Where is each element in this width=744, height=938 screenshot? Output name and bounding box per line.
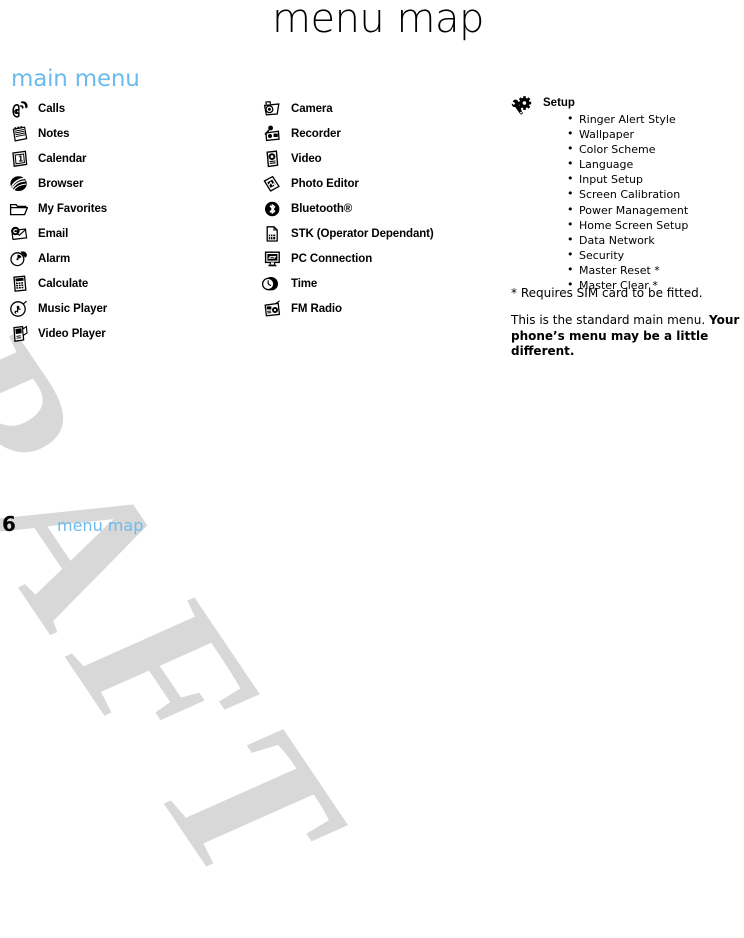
- calendar-icon: 1: [8, 149, 30, 169]
- setup-submenu-item[interactable]: Power Management: [567, 202, 688, 218]
- menu-item-label: Photo Editor: [291, 177, 359, 190]
- footer-section-label: menu map: [57, 516, 144, 535]
- setup-submenu-list: Ringer Alert Style Wallpaper Color Schem…: [567, 111, 688, 293]
- folder-icon: [8, 199, 30, 219]
- setup-submenu-item[interactable]: Screen Calibration: [567, 186, 688, 202]
- page-title: menu map: [272, 0, 484, 42]
- fm-radio-icon: [261, 299, 283, 319]
- page-footer: 6 menu map: [0, 509, 744, 537]
- menu-item-pc-connection[interactable]: PC Connection: [261, 246, 434, 271]
- menu-item-label: PC Connection: [291, 252, 373, 265]
- browser-icon: [8, 174, 30, 194]
- setup-submenu-item[interactable]: Data Network: [567, 232, 688, 248]
- menu-item-camera[interactable]: Camera: [261, 96, 434, 121]
- menu-item-video-player[interactable]: Video Player: [8, 321, 107, 346]
- menu-item-fm-radio[interactable]: FM Radio: [261, 296, 434, 321]
- notes-icon: [8, 124, 30, 144]
- setup-submenu-item[interactable]: Master Reset *: [567, 262, 688, 278]
- notes-block: * Requires SIM card to be fitted. This i…: [511, 286, 744, 360]
- menu-item-stk[interactable]: STK (Operator Dependant): [261, 221, 434, 246]
- setup-block: Setup Ringer Alert Style Wallpaper Color…: [511, 96, 688, 296]
- menu-item-label: Video Player: [38, 327, 106, 340]
- menu-column-2: Camera Recorder Video Photo Editor Bluet…: [261, 96, 434, 321]
- menu-item-bluetooth[interactable]: Bluetooth®: [261, 196, 434, 221]
- standard-menu-note: This is the standard main menu. Your pho…: [511, 313, 744, 360]
- calculator-icon: [8, 274, 30, 294]
- menu-item-label: STK (Operator Dependant): [291, 227, 434, 240]
- page-content: menu map main menu Calls Notes 1 Calenda…: [0, 0, 744, 541]
- video-icon: [261, 149, 283, 169]
- setup-submenu-item[interactable]: Ringer Alert Style: [567, 111, 688, 127]
- menu-item-calls[interactable]: Calls: [8, 96, 107, 121]
- footer-page-number: 6: [2, 512, 16, 536]
- menu-column-3: Setup Ringer Alert Style Wallpaper Color…: [511, 96, 688, 296]
- menu-item-label: My Favorites: [38, 202, 108, 215]
- menu-item-label: Email: [38, 227, 69, 240]
- menu-item-email[interactable]: Email: [8, 221, 107, 246]
- menu-column-1: Calls Notes 1 Calendar Browser My Favori…: [8, 96, 107, 346]
- menu-item-label: Calls: [38, 102, 65, 115]
- menu-item-label: Calendar: [38, 152, 87, 165]
- music-player-icon: [8, 299, 30, 319]
- time-icon: [261, 274, 283, 294]
- settings-gear-icon: [511, 96, 533, 116]
- setup-title: Setup: [543, 97, 575, 109]
- menu-item-video[interactable]: Video: [261, 146, 434, 171]
- menu-item-label: Recorder: [291, 127, 341, 140]
- menu-item-label: Video: [291, 152, 322, 165]
- menu-item-browser[interactable]: Browser: [8, 171, 107, 196]
- setup-submenu-item[interactable]: Home Screen Setup: [567, 217, 688, 233]
- sim-card-icon: [261, 224, 283, 244]
- menu-item-calendar[interactable]: 1 Calendar: [8, 146, 107, 171]
- menu-item-music-player[interactable]: Music Player: [8, 296, 107, 321]
- menu-item-calculate[interactable]: Calculate: [8, 271, 107, 296]
- menu-item-label: Notes: [38, 127, 70, 140]
- menu-item-photo-editor[interactable]: Photo Editor: [261, 171, 434, 196]
- menu-item-label: Browser: [38, 177, 84, 190]
- bluetooth-icon: [261, 199, 283, 219]
- setup-submenu-item[interactable]: Language: [567, 156, 688, 172]
- menu-item-label: Camera: [291, 102, 333, 115]
- section-heading-main-menu: main menu: [11, 66, 140, 92]
- menu-item-notes[interactable]: Notes: [8, 121, 107, 146]
- setup-submenu-item[interactable]: Wallpaper: [567, 126, 688, 142]
- menu-item-recorder[interactable]: Recorder: [261, 121, 434, 146]
- setup-submenu-item[interactable]: Security: [567, 247, 688, 263]
- menu-item-label: Calculate: [38, 277, 89, 290]
- menu-item-label: Time: [291, 277, 318, 290]
- menu-item-label: Alarm: [38, 252, 71, 265]
- menu-item-time[interactable]: Time: [261, 271, 434, 296]
- menu-item-my-favorites[interactable]: My Favorites: [8, 196, 107, 221]
- sim-card-footnote: * Requires SIM card to be fitted.: [511, 286, 703, 300]
- email-icon: [8, 224, 30, 244]
- calls-icon: [8, 99, 30, 119]
- recorder-icon: [261, 124, 283, 144]
- setup-submenu-item[interactable]: Input Setup: [567, 171, 688, 187]
- video-player-icon: [8, 324, 30, 344]
- menu-item-label: Bluetooth®: [291, 202, 353, 215]
- standard-menu-note-plain: This is the standard main menu.: [511, 313, 709, 327]
- pc-connection-icon: [261, 249, 283, 269]
- menu-item-label: FM Radio: [291, 302, 342, 315]
- menu-item-label: Music Player: [38, 302, 108, 315]
- menu-item-alarm[interactable]: Alarm: [8, 246, 107, 271]
- svg-text:1: 1: [18, 154, 23, 163]
- alarm-clock-icon: [8, 249, 30, 269]
- camera-icon: [261, 99, 283, 119]
- photo-editor-icon: [261, 174, 283, 194]
- setup-submenu-item[interactable]: Color Scheme: [567, 141, 688, 157]
